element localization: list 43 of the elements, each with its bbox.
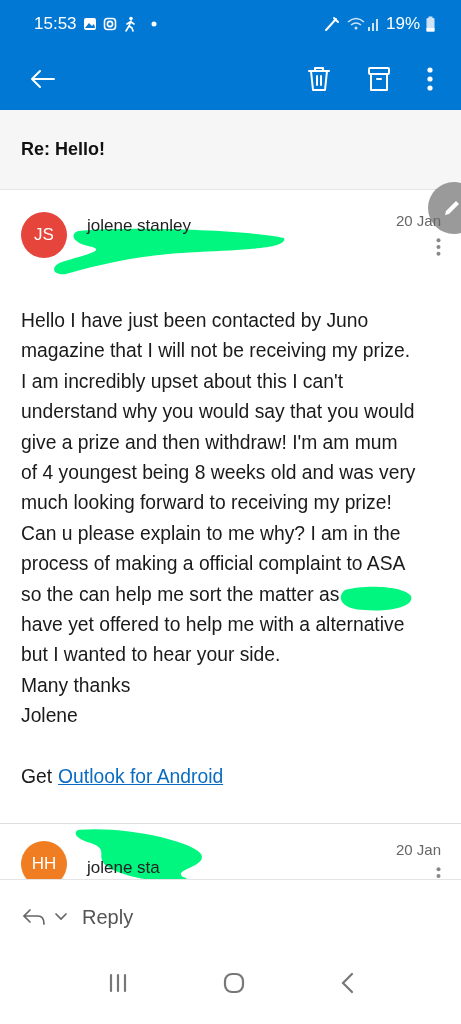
battery-percent: 19% — [385, 14, 420, 34]
subject-title: Re: Hello! — [21, 139, 105, 160]
reply-options-button[interactable] — [22, 908, 68, 926]
message-text: Hello I have just been contacted by Juno — [21, 309, 369, 333]
back-chevron-icon — [339, 972, 354, 994]
reply-arrow-icon — [22, 908, 46, 926]
message-text: much looking forward to receiving my prize! — [21, 491, 392, 516]
trash-icon — [307, 66, 331, 92]
more-icon — [427, 67, 433, 91]
reply-button[interactable]: Reply — [82, 905, 134, 929]
message-text: I am incredibly upset about this I can't — [21, 369, 343, 394]
sender-avatar: HH — [21, 840, 67, 879]
signature-text: Get — [21, 765, 53, 788]
pen-icon — [323, 16, 340, 32]
chevron-down-icon — [54, 912, 68, 922]
message-text: magazine that I will not be receiving my prize. — [21, 339, 410, 364]
pencil-icon — [442, 198, 461, 218]
status-time: 15:53 — [34, 14, 77, 34]
walking-icon — [122, 16, 137, 32]
recent-apps-icon — [107, 973, 128, 993]
message-text: understand why you would say that you would — [21, 400, 415, 425]
message-date: 20 Jan — [395, 840, 441, 858]
archive-icon — [367, 66, 391, 92]
camera-icon — [102, 17, 117, 31]
battery-icon — [426, 16, 435, 32]
message-text: Many thanks — [21, 673, 131, 698]
message-text: but I wanted to hear your side. — [21, 643, 281, 668]
message-text: process of making a official complaint to ASA — [21, 552, 406, 577]
image-icon — [82, 17, 97, 31]
message-text: give a prize and then withdraw! I'm am mum — [21, 430, 398, 455]
home-icon — [222, 972, 245, 994]
dot-icon — [150, 21, 157, 27]
sender-avatar: JS — [21, 212, 67, 258]
message-text: have yet offered to help me with a alternative — [21, 613, 405, 638]
signal-icon — [345, 16, 380, 32]
message-text: Can u please explain to me why? I am in the — [21, 521, 401, 546]
outlook-link[interactable]: Outlook for Android — [58, 765, 224, 788]
back-arrow-icon — [30, 69, 56, 89]
more-icon — [436, 865, 441, 879]
message-text: of 4 youngest being 8 weeks old and was very — [21, 461, 416, 486]
message-text: Jolene — [21, 704, 78, 729]
message-text: so the can help me sort the matter as — [21, 579, 340, 611]
more-icon — [436, 237, 441, 257]
